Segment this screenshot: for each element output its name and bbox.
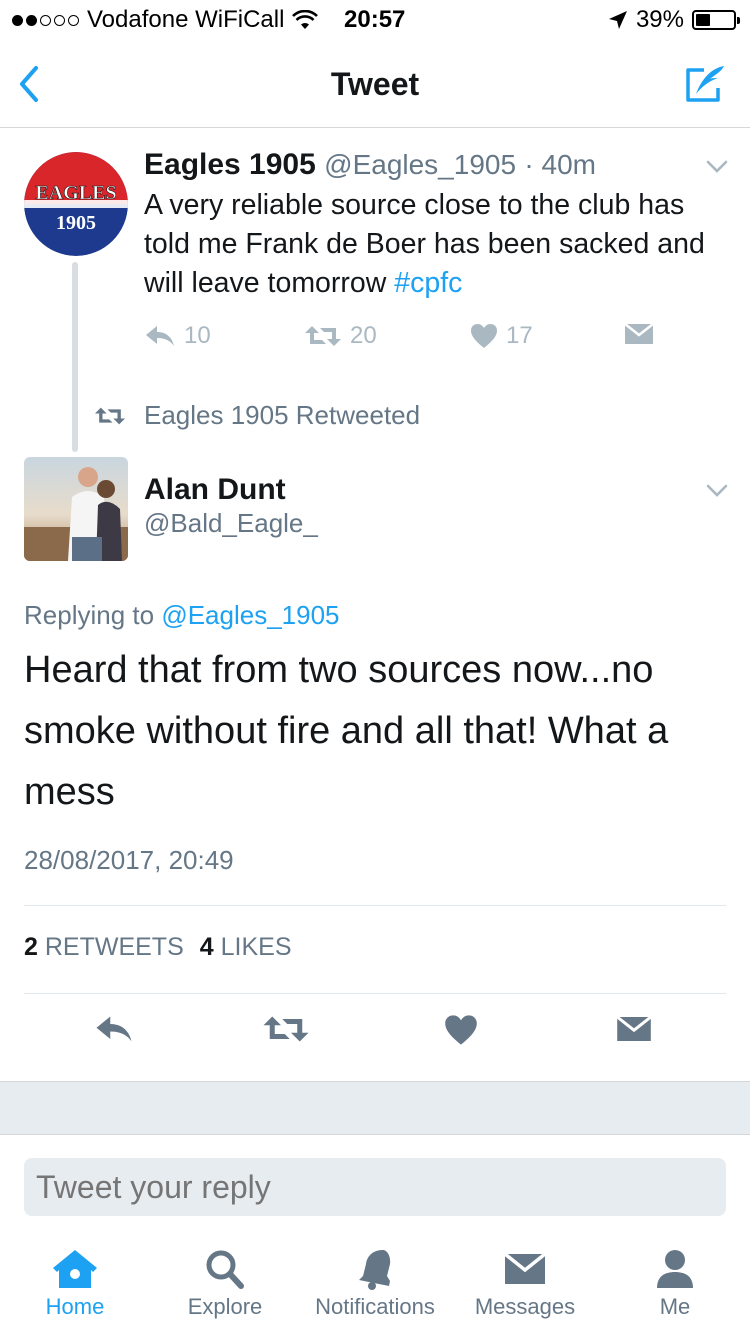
tweet1-reply-button[interactable]: 10: [144, 322, 211, 350]
divider: [24, 905, 726, 906]
thread-connector-line: [72, 262, 78, 452]
tab-notifications-label: Notifications: [315, 1294, 435, 1319]
heart-icon[interactable]: [444, 1014, 478, 1046]
search-icon: [206, 1250, 244, 1289]
tab-me-label: Me: [659, 1294, 691, 1319]
home-icon: [53, 1250, 97, 1288]
tweet1-timestamp: · 40m: [524, 149, 596, 180]
tweet1-reply-count: 10: [184, 322, 211, 349]
tab-notifications[interactable]: Notifications: [300, 1240, 450, 1320]
retweet-small-icon: [95, 407, 125, 424]
tab-bar: Home Explore Notifications Messages Me: [0, 1240, 750, 1334]
envelope-icon: [503, 1252, 547, 1284]
replying-to-line: Replying to @Eagles_1905: [24, 600, 340, 631]
tweet1-header: Eagles 1905 @Eagles_1905 · 40m: [144, 148, 596, 182]
retweeted-label[interactable]: Eagles 1905 Retweeted: [144, 400, 420, 431]
section-separator: [0, 1081, 750, 1135]
alan-dunt-avatar[interactable]: [24, 457, 128, 561]
battery-icon: [692, 10, 740, 30]
tab-messages[interactable]: Messages: [450, 1240, 600, 1320]
tweet2-date: 28/08/2017, 20:49: [24, 845, 234, 875]
bell-icon: [359, 1250, 391, 1290]
reply-icon: [146, 326, 174, 346]
status-left: Vodafone WiFiCall: [12, 6, 319, 34]
tab-explore-label: Explore: [187, 1294, 263, 1319]
retweet-icon: [305, 326, 341, 346]
person-icon: [657, 1250, 693, 1288]
tweet2-text: Heard that from two sources now...no smo…: [24, 649, 669, 813]
tweet1-retweet-count: 20: [350, 322, 377, 349]
reply-icon[interactable]: [94, 1014, 134, 1044]
page-title: Tweet: [330, 66, 420, 102]
tab-messages-label: Messages: [474, 1294, 576, 1319]
divider: [24, 993, 726, 994]
envelope-icon: [624, 323, 654, 344]
avatar-text-line1: EAGLES: [35, 182, 116, 204]
tab-home[interactable]: Home: [0, 1240, 150, 1320]
heart-icon: [471, 324, 497, 348]
tab-explore[interactable]: Explore: [150, 1240, 300, 1320]
likes-count: 4: [199, 933, 214, 961]
tweet1-retweet-button[interactable]: 20: [304, 322, 377, 350]
tweet1-author-handle[interactable]: @Eagles_1905: [324, 149, 516, 180]
hashtag-link[interactable]: #cpfc: [394, 267, 462, 299]
tweet1-text: A very reliable source close to the club…: [144, 186, 724, 303]
status-time: 20:57: [344, 6, 406, 33]
likes-label: LIKES: [220, 933, 292, 961]
tweet2-author-name[interactable]: Alan Dunt: [144, 473, 286, 507]
reply-input[interactable]: [24, 1158, 726, 1216]
likes-stat[interactable]: 4 LIKES: [200, 933, 292, 962]
wifi-icon: [292, 10, 319, 29]
tweet1-actions: 10 20 17: [144, 322, 674, 356]
retweets-label: RETWEETS: [44, 933, 184, 961]
tweet2-chevron-down-icon[interactable]: [706, 484, 728, 498]
replying-to-prefix: Replying to: [24, 600, 155, 630]
nav-bar: Tweet: [0, 40, 750, 128]
tweet1-dm-button[interactable]: [624, 322, 654, 346]
tweet2-author-handle[interactable]: @Bald_Eagle_: [144, 508, 318, 539]
status-right: 39%: [608, 6, 740, 34]
eagles-1905-avatar[interactable]: EAGLES 1905: [24, 152, 128, 256]
tweet1-chevron-down-icon[interactable]: [706, 160, 728, 174]
tweet1-author-name[interactable]: Eagles 1905: [144, 148, 316, 181]
tweet2-stats: 2 RETWEETS 4 LIKES: [24, 933, 292, 962]
carrier-name: Vodafone WiFiCall: [87, 6, 285, 33]
tweet2-actions: [0, 1014, 750, 1058]
compose-tweet-icon[interactable]: [682, 62, 728, 108]
tweet1-like-button[interactable]: 17: [470, 322, 533, 350]
retweets-stat[interactable]: 2 RETWEETS: [24, 933, 184, 962]
status-bar: Vodafone WiFiCall 20:57 39%: [0, 0, 750, 40]
retweets-count: 2: [24, 933, 38, 961]
location-arrow-icon: [608, 11, 627, 29]
retweeted-indicator: Eagles 1905 Retweeted: [94, 400, 420, 431]
avatar-text-line2: 1905: [56, 212, 96, 234]
battery-percent: 39%: [635, 6, 684, 33]
replying-to-mention[interactable]: @Eagles_1905: [161, 600, 339, 630]
retweet-icon[interactable]: [262, 1014, 310, 1044]
signal-strength-icon: [12, 14, 79, 26]
tweet1-like-count: 17: [506, 322, 533, 349]
envelope-icon[interactable]: [616, 1014, 652, 1044]
tab-me[interactable]: Me: [600, 1240, 750, 1320]
tab-home-label: Home: [45, 1294, 105, 1319]
